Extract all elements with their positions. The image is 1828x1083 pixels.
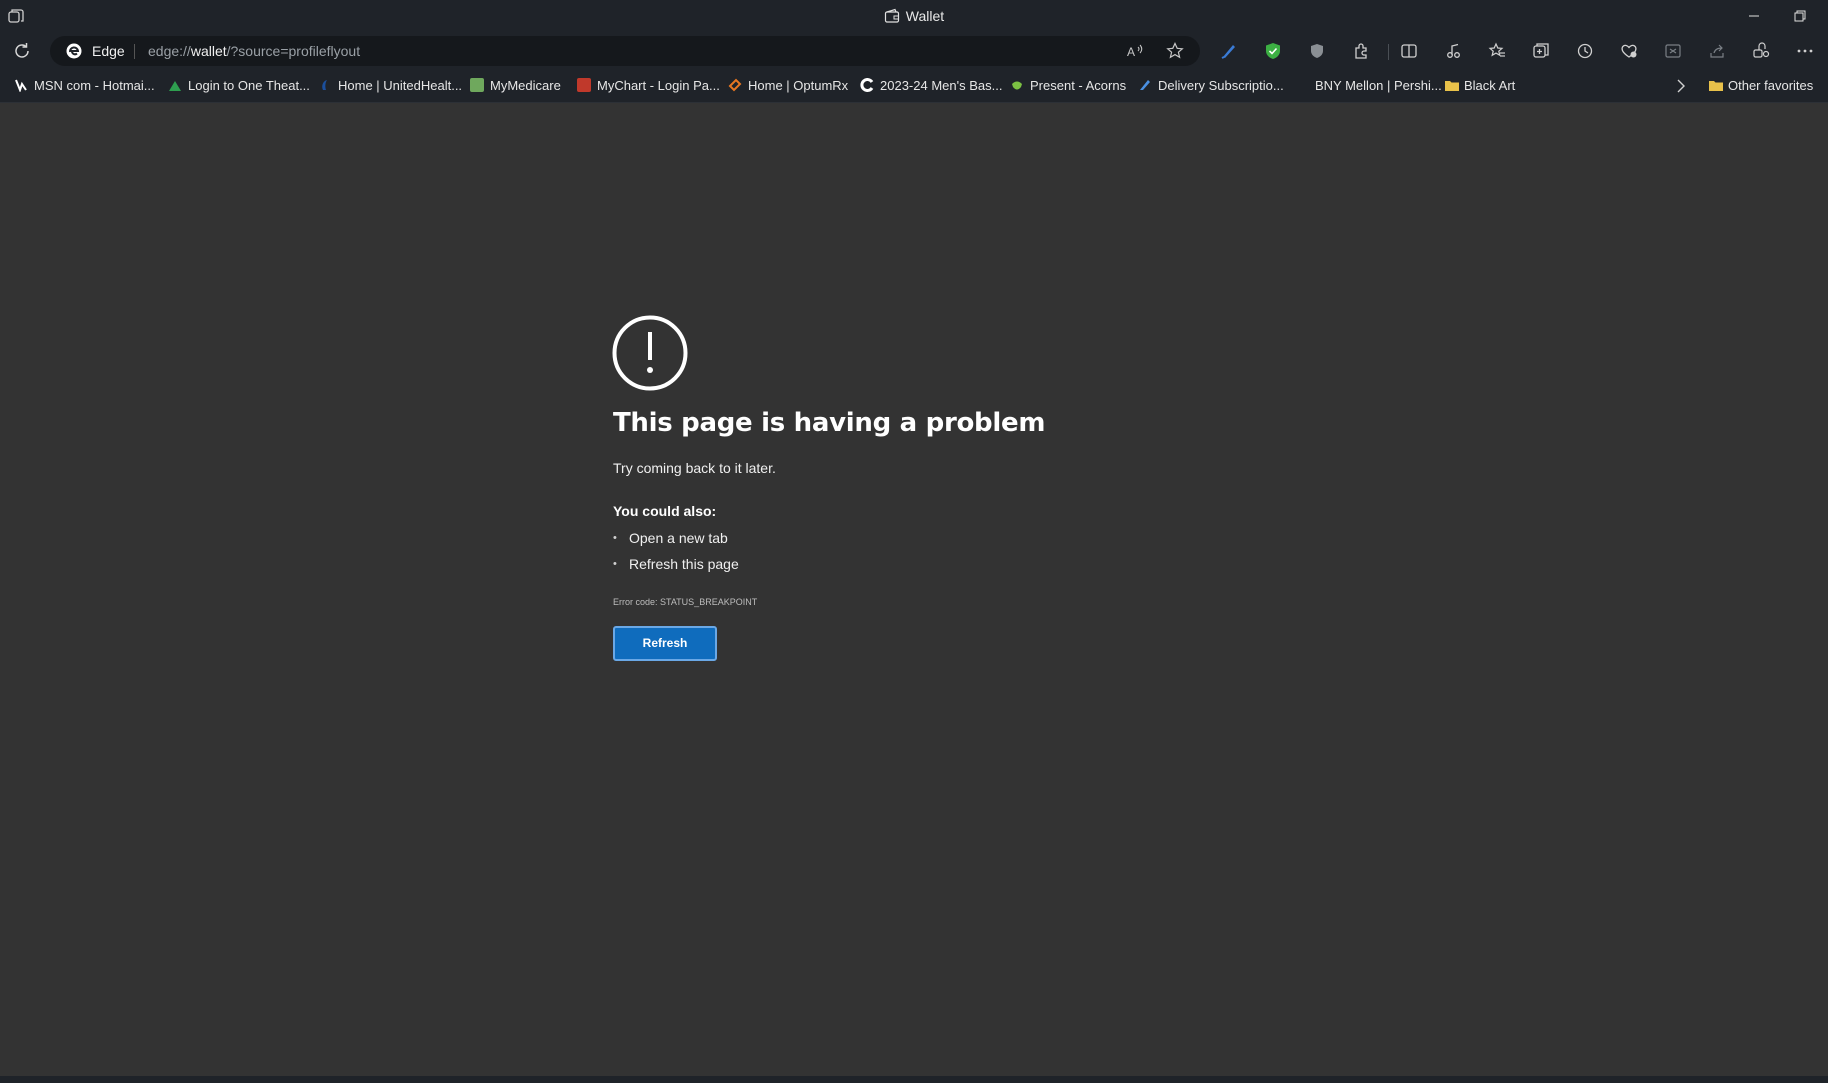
browser-essentials-icon[interactable] <box>1619 41 1639 61</box>
browser-toolbar: Edge edge://wallet/?source=profileflyout… <box>0 32 1828 70</box>
unitedhealth-icon <box>318 78 332 92</box>
reload-button[interactable] <box>10 39 34 63</box>
favorites-bar: MSN com - Hotmai... Login to One Theat..… <box>0 70 1828 103</box>
favorite-label: Delivery Subscriptio... <box>1158 78 1284 93</box>
split-screen-icon[interactable] <box>1399 41 1419 61</box>
favorite-label: MyMedicare <box>490 78 561 93</box>
page-content: This page is having a problem Try coming… <box>0 103 1828 1076</box>
profile-icon[interactable] <box>1751 41 1771 61</box>
optum-icon <box>728 78 742 92</box>
favorite-label: Home | UnitedHealt... <box>338 78 463 93</box>
extensions-icon[interactable] <box>1351 41 1371 61</box>
minimize-icon <box>1749 15 1759 17</box>
restore-button[interactable] <box>1778 0 1824 32</box>
folder-icon <box>1708 78 1723 92</box>
title-bar: Wallet <box>0 0 1828 32</box>
favorite-label: Login to One Theat... <box>188 78 310 93</box>
favorite-mens-basketball[interactable]: 2023-24 Men's Bas... <box>860 78 1002 96</box>
chevron-right-icon <box>1677 79 1685 93</box>
favorite-label: MyChart - Login Pa... <box>597 78 720 93</box>
more-options-icon[interactable] <box>1795 41 1815 61</box>
mychart-icon <box>577 78 591 92</box>
media-icon[interactable] <box>1443 41 1463 61</box>
url-prefix: edge:// <box>148 43 191 59</box>
address-separator <box>134 44 135 59</box>
suggestion-open-new-tab: Open a new tab <box>613 525 739 551</box>
grey-shield-extension-icon[interactable] <box>1307 41 1327 61</box>
history-icon[interactable] <box>1575 41 1595 61</box>
other-favorites-label: Other favorites <box>1728 78 1814 93</box>
favorite-bny-mellon[interactable]: BNY Mellon | Pershi... <box>1295 78 1442 96</box>
acorns-icon <box>1010 78 1024 92</box>
wallet-icon <box>884 8 900 27</box>
favorite-one-theater[interactable]: Login to One Theat... <box>168 78 310 96</box>
shield-extension-icon[interactable] <box>1263 41 1283 61</box>
pen-extension-icon[interactable] <box>1219 41 1239 61</box>
error-code: Error code: STATUS_BREAKPOINT <box>613 597 758 607</box>
url-host: wallet <box>190 43 227 59</box>
suggestions-list: Open a new tab Refresh this page <box>613 525 739 577</box>
url-rest: /?source=profileflyout <box>226 43 361 59</box>
reload-icon <box>15 43 29 58</box>
medicare-icon <box>470 78 484 92</box>
favorite-msn[interactable]: MSN com - Hotmai... <box>14 78 155 96</box>
favorite-label: Home | OptumRx <box>748 78 849 93</box>
favorite-mymedicare[interactable]: MyMedicare <box>470 78 561 96</box>
favorite-mychart[interactable]: MyChart - Login Pa... <box>577 78 720 96</box>
edge-logo-icon <box>66 43 82 59</box>
favorite-label: 2023-24 Men's Bas... <box>880 78 1003 93</box>
folder-icon <box>1444 78 1459 92</box>
favorite-label: Black Art <box>1464 78 1516 93</box>
svg-text:A: A <box>1127 45 1135 59</box>
suggestions-heading: You could also: <box>613 503 717 519</box>
favorite-black-art[interactable]: Black Art <box>1444 78 1515 96</box>
c-logo-icon <box>860 78 874 92</box>
refresh-button[interactable]: Refresh <box>613 626 717 661</box>
bny-icon <box>1295 78 1309 92</box>
favorite-unitedhealth[interactable]: Home | UnitedHealt... <box>318 78 462 96</box>
suggestion-refresh-page: Refresh this page <box>613 551 739 577</box>
favorite-acorns[interactable]: Present - Acorns <box>1010 78 1126 96</box>
favorites-icon[interactable] <box>1487 41 1507 61</box>
delivery-icon <box>1138 78 1152 92</box>
restore-icon <box>1794 10 1806 22</box>
error-exclamation-icon <box>612 315 688 391</box>
share-icon[interactable] <box>1707 41 1727 61</box>
favorite-delivery[interactable]: Delivery Subscriptio... <box>1138 78 1284 96</box>
url-text[interactable]: edge://wallet/?source=profileflyout <box>148 43 360 59</box>
favorite-label: Present - Acorns <box>1030 78 1127 93</box>
favorite-optumrx[interactable]: Home | OptumRx <box>728 78 848 96</box>
msn-icon <box>14 78 28 93</box>
more-favorites-button[interactable] <box>1674 78 1688 99</box>
screenshot-icon[interactable] <box>1663 41 1683 61</box>
read-aloud-icon[interactable]: A <box>1126 42 1144 60</box>
error-subtitle: Try coming back to it later. <box>613 460 776 476</box>
window-title-text: Wallet <box>905 8 945 24</box>
site-name: Edge <box>92 43 125 59</box>
window-bottom-border <box>0 1076 1828 1083</box>
other-favorites[interactable]: Other favorites <box>1708 78 1813 96</box>
address-bar[interactable]: Edge edge://wallet/?source=profileflyout… <box>50 36 1200 66</box>
toolbar-divider <box>1388 44 1389 60</box>
minimize-button[interactable] <box>1732 0 1778 32</box>
collections-icon[interactable] <box>1531 41 1551 61</box>
favorite-label: BNY Mellon | Pershi... <box>1315 78 1442 93</box>
one-theater-icon <box>168 78 182 92</box>
favorite-star-icon[interactable] <box>1166 42 1184 60</box>
window-title: Wallet <box>0 8 1828 27</box>
error-title: This page is having a problem <box>613 408 1046 438</box>
favorite-label: MSN com - Hotmai... <box>34 78 155 93</box>
